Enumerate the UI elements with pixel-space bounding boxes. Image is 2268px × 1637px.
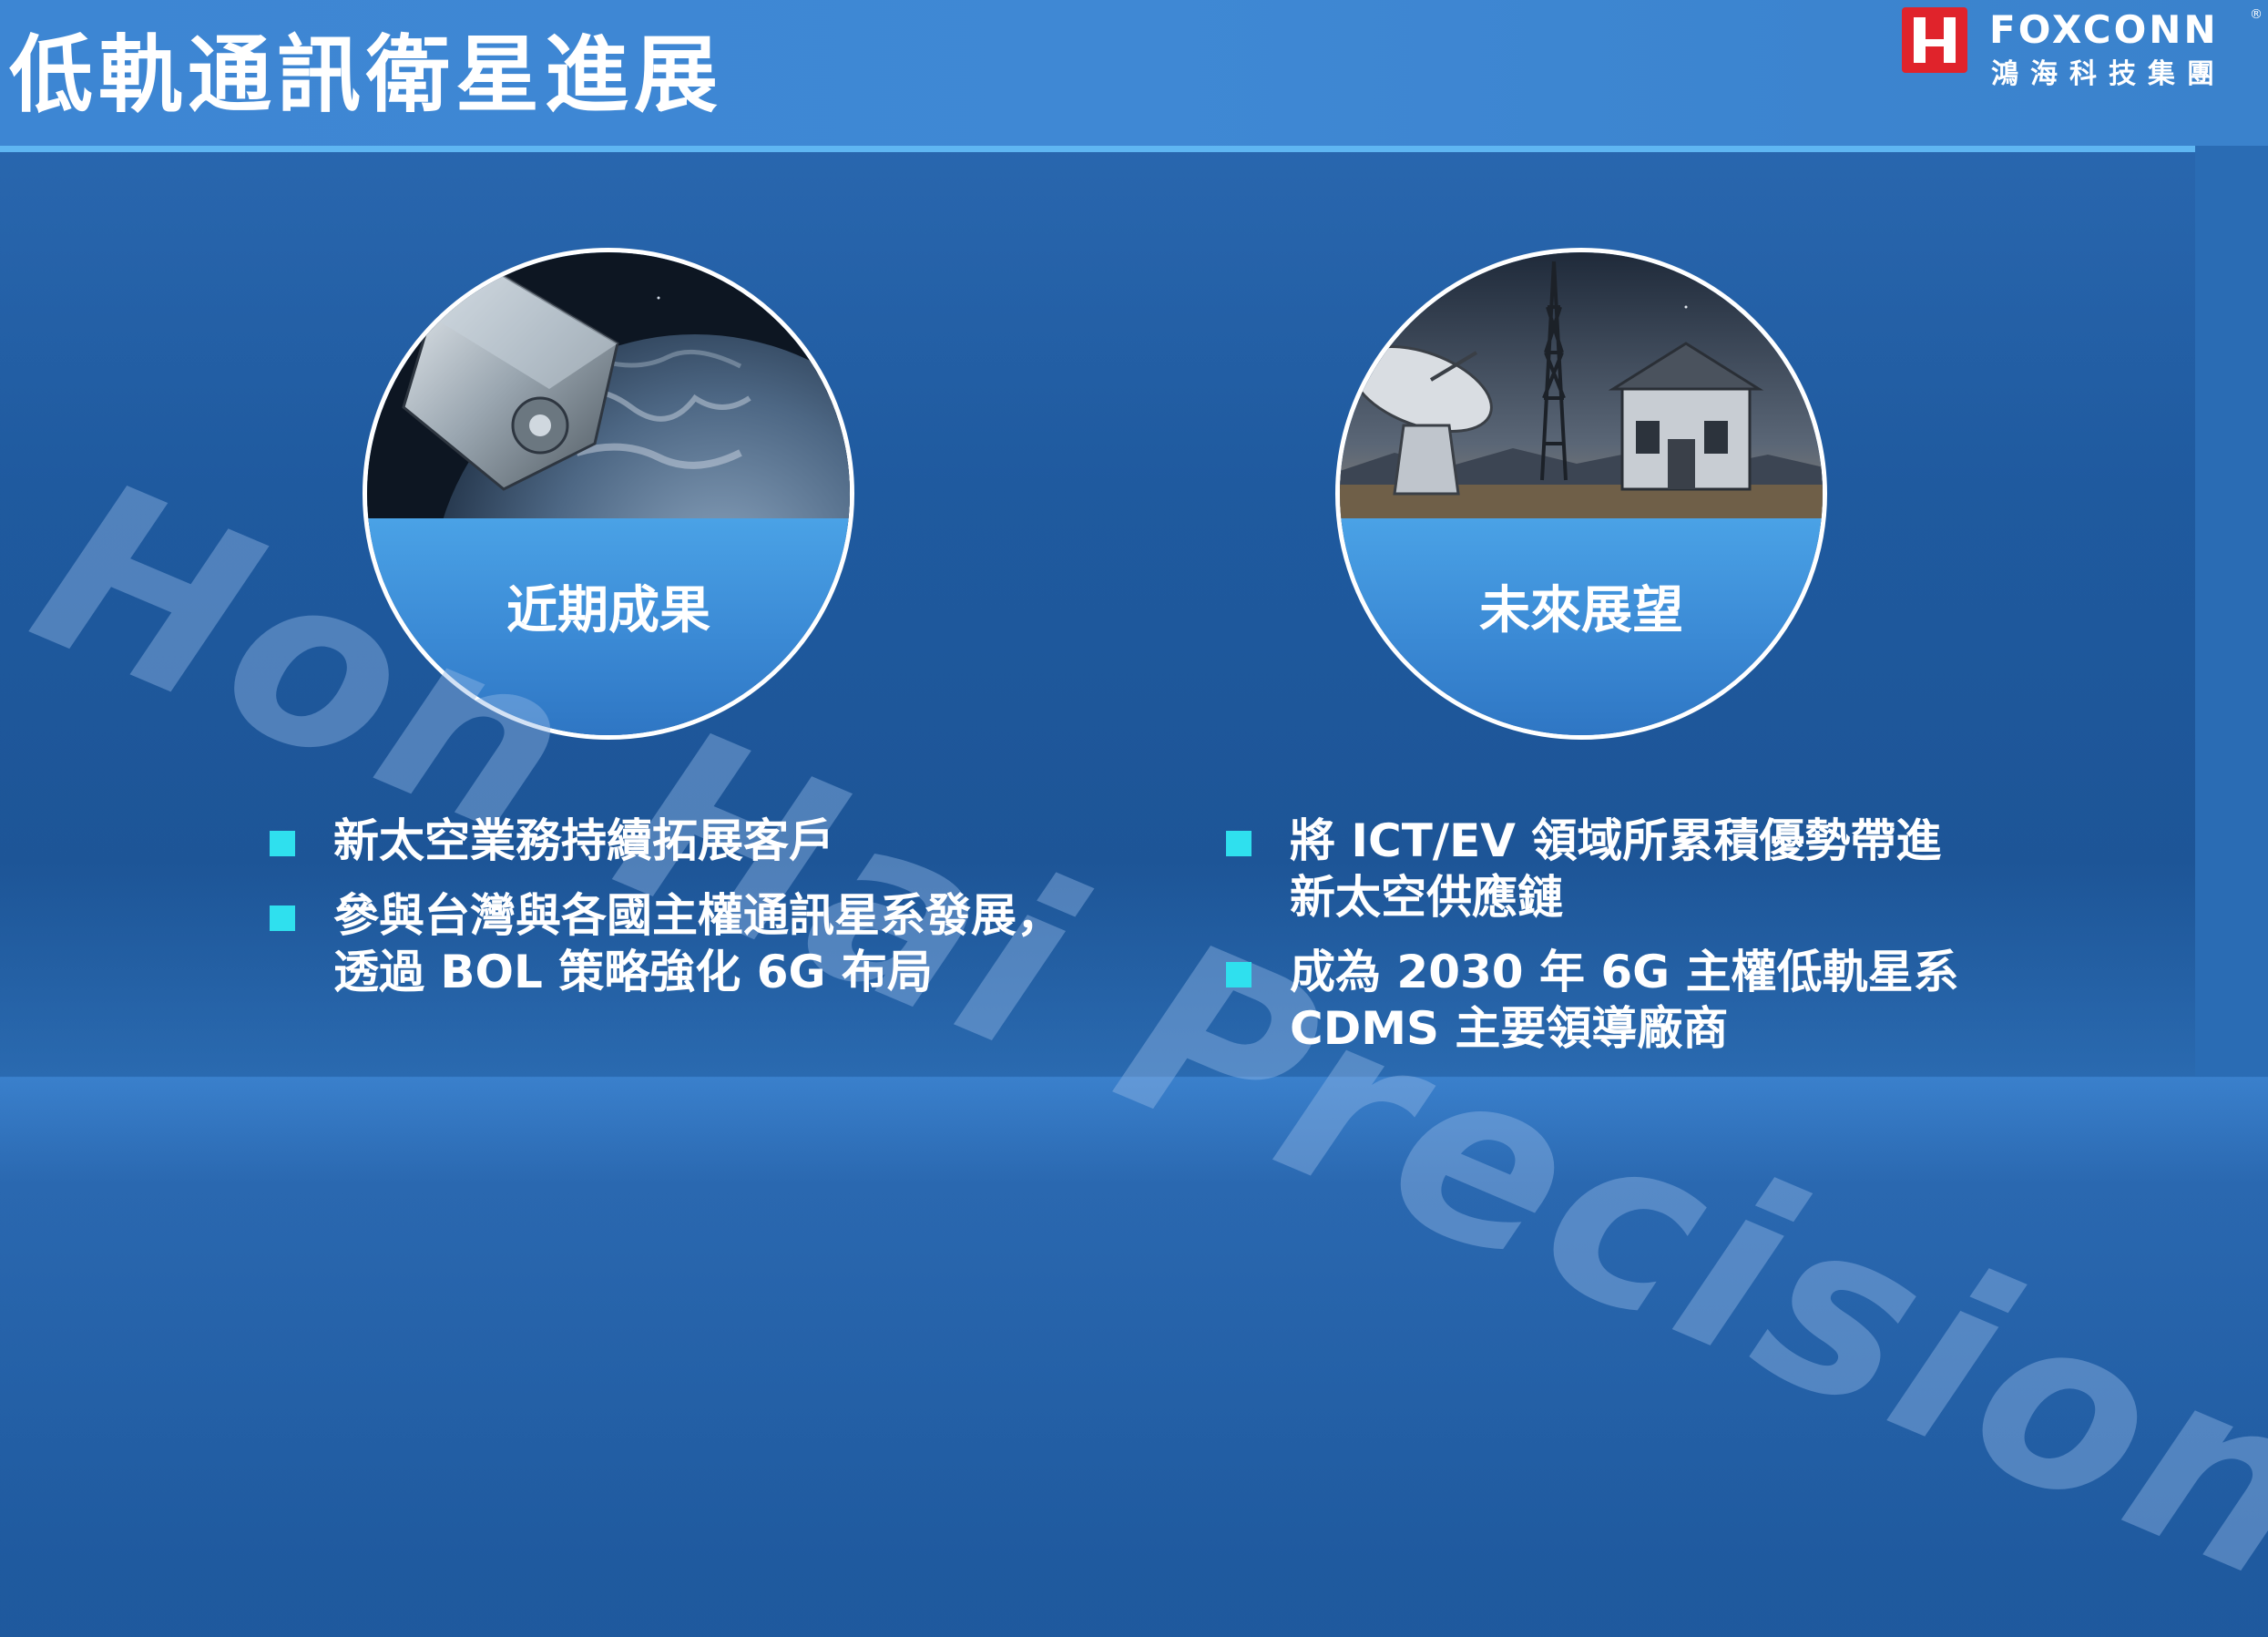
- bullet-square-icon: [1226, 831, 1251, 856]
- future-outlook-bullets: 將 ICT/EV 領域所累積優勢帶進 新太空供應鏈 成為 2030 年 6G 主…: [1226, 813, 2191, 1075]
- list-item: 將 ICT/EV 領域所累積優勢帶進 新太空供應鏈: [1226, 813, 2191, 926]
- bullet-text: 將 ICT/EV 領域所累積優勢帶進: [1290, 814, 1942, 867]
- logo-chinese-name: 鴻海科技集團: [1991, 58, 2226, 90]
- foxconn-logo-mark-icon: [1902, 7, 1967, 73]
- bullet-square-icon: [270, 905, 295, 931]
- list-item: 參與台灣與各國主權通訊星系發展， 透過 BOL 策略強化 6G 布局: [270, 887, 1089, 1000]
- satellite-earth-image: [367, 252, 850, 526]
- bullet-text: 參與台灣與各國主權通訊星系發展，: [333, 889, 1062, 942]
- recent-results-circle: 近期成果: [363, 248, 854, 740]
- foxconn-logo: FOXCONN ® 鴻海科技集團: [1902, 7, 2263, 90]
- bullet-text: 新太空業務持續拓展客戶: [333, 814, 834, 867]
- ground-station-image: [1340, 252, 1823, 526]
- bullet-text: 成為 2030 年 6G 主權低軌星系: [1290, 946, 1959, 998]
- title-divider: [0, 146, 2195, 152]
- list-item: 新太空業務持續拓展客戶: [270, 813, 1089, 869]
- bullet-text: 透過 BOL 策略強化 6G 布局: [333, 946, 933, 998]
- list-item: 成為 2030 年 6G 主權低軌星系 CDMS 主要領導廠商: [1226, 944, 2191, 1057]
- bullet-text: 新太空供應鏈: [1290, 871, 1563, 924]
- slide-title: 低軌通訊衛星進展: [9, 26, 724, 124]
- recent-results-label: 近期成果: [506, 581, 710, 640]
- logo-registered-mark: ®: [2250, 7, 2263, 22]
- logo-brand-text: FOXCONN: [1989, 7, 2219, 52]
- bullet-text: CDMS 主要領導廠商: [1290, 1002, 1729, 1055]
- right-edge-strip: [2195, 146, 2268, 1077]
- recent-results-bullets: 新太空業務持續拓展客戶 參與台灣與各國主權通訊星系發展， 透過 BOL 策略強化…: [270, 813, 1089, 1018]
- bullet-square-icon: [1226, 962, 1251, 987]
- future-outlook-circle: 未來展望: [1335, 248, 1827, 740]
- bullet-square-icon: [270, 831, 295, 856]
- future-outlook-label: 未來展望: [1479, 581, 1683, 640]
